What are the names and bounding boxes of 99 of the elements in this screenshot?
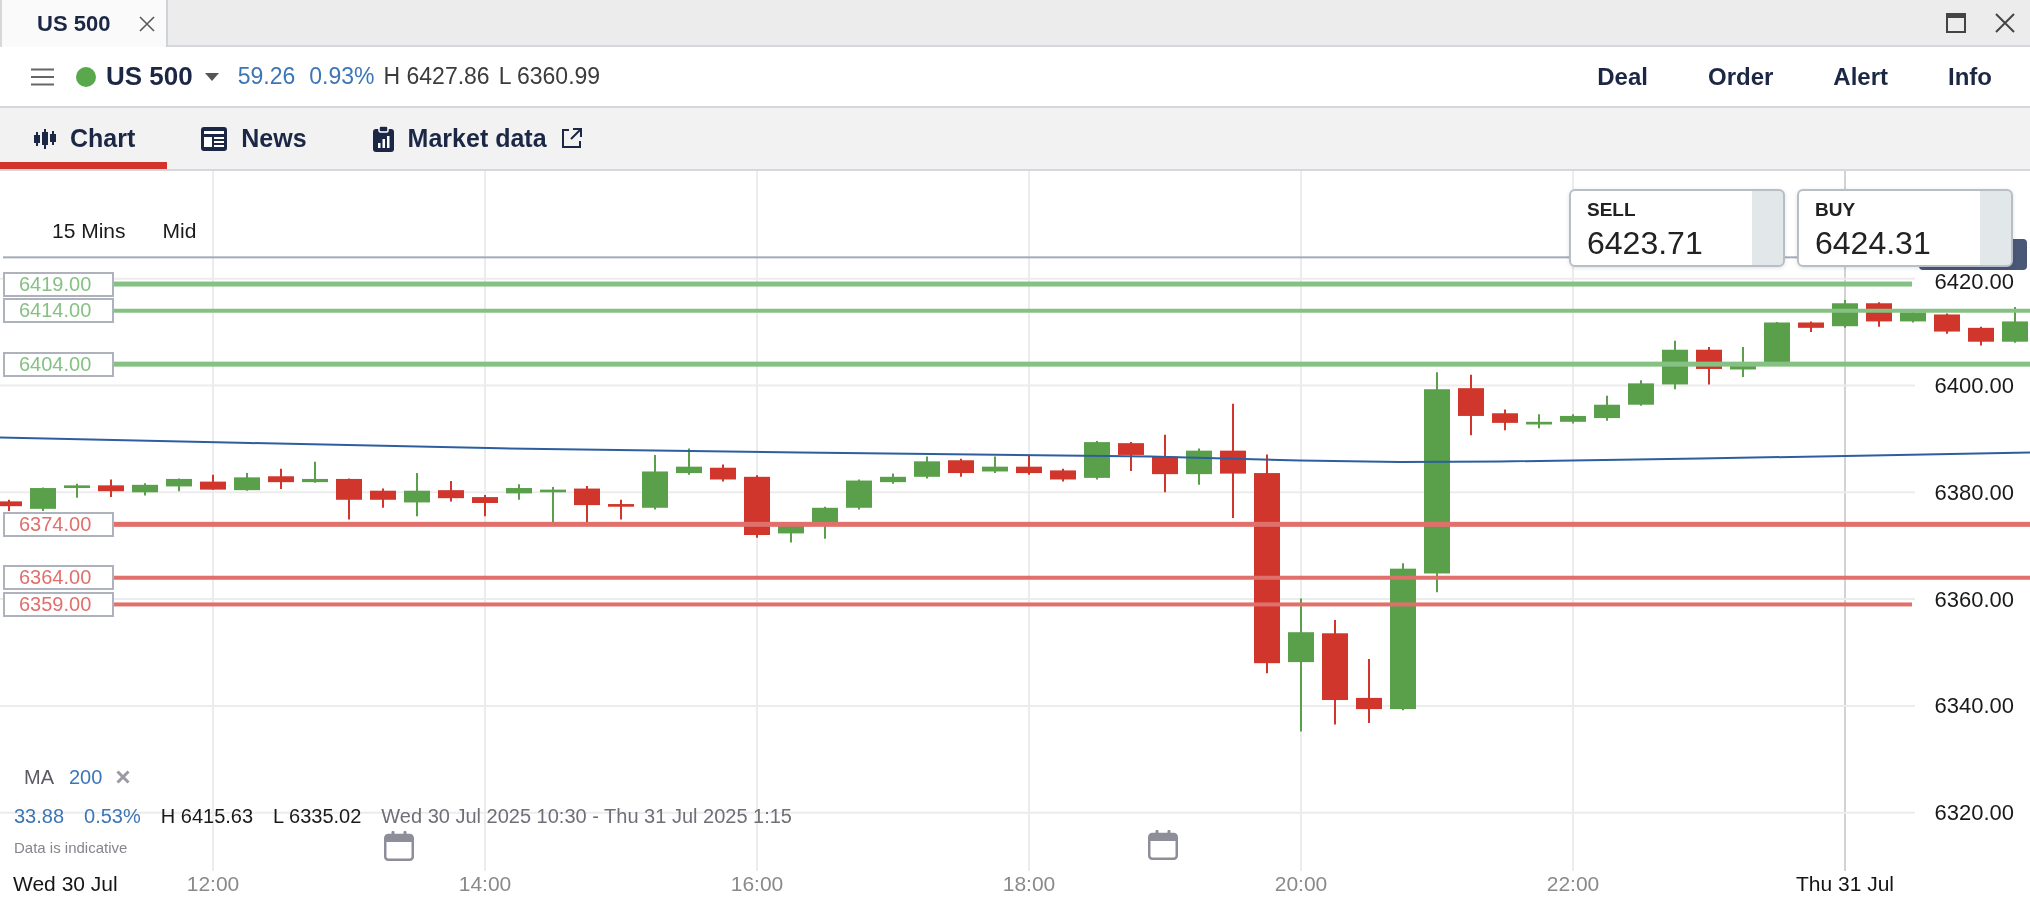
calendar-icon[interactable] xyxy=(384,831,414,861)
candle xyxy=(1016,453,1042,476)
view-tab[interactable]: Market data xyxy=(338,108,614,169)
candle xyxy=(1628,379,1654,407)
axis-label: 22:00 xyxy=(1546,872,1600,895)
candle xyxy=(64,482,90,499)
candle xyxy=(1492,408,1518,432)
axis-label: 12:00 xyxy=(186,872,240,895)
candle xyxy=(948,457,974,478)
candle xyxy=(0,498,22,512)
candle xyxy=(302,460,328,484)
candle xyxy=(710,463,736,483)
candle xyxy=(438,480,464,503)
disclaimer-text: Data is indicative xyxy=(14,839,128,857)
view-tab[interactable]: News xyxy=(167,108,339,169)
candle xyxy=(506,483,532,501)
menu-icon[interactable] xyxy=(31,67,54,86)
candle xyxy=(676,447,702,476)
axis-label: 6320.00 xyxy=(1934,800,2014,826)
change-value: 33.88 xyxy=(14,804,65,828)
candle xyxy=(1526,413,1552,430)
level-label: 6359.00 xyxy=(3,591,114,617)
candle xyxy=(846,478,872,511)
axis-label: Thu 31 Jul xyxy=(1795,872,1895,895)
window-tab[interactable]: US 500 xyxy=(0,0,168,47)
candle xyxy=(166,477,192,493)
calendar-icon[interactable] xyxy=(1148,830,1178,860)
action-button[interactable]: Deal xyxy=(1567,47,1678,106)
candle xyxy=(268,467,294,491)
low-value: L 6360.99 xyxy=(498,63,601,90)
candle xyxy=(30,486,56,512)
indicator-name: MA xyxy=(24,765,54,789)
axis-label: 6380.00 xyxy=(1934,479,2014,505)
candle xyxy=(982,455,1008,475)
level-label: 6404.00 xyxy=(3,351,114,377)
candle xyxy=(370,487,396,509)
candle xyxy=(642,453,668,511)
instrument-dropdown[interactable]: US 500 xyxy=(106,61,219,92)
axis-label: 14:00 xyxy=(458,872,512,895)
candle xyxy=(404,472,430,518)
candle xyxy=(1798,320,1824,334)
buy-button[interactable]: BUY 6424.31 xyxy=(1797,189,2013,267)
interval-selector[interactable]: 15 Mins xyxy=(52,219,126,243)
candle xyxy=(234,472,260,492)
action-button[interactable]: Order xyxy=(1677,47,1804,106)
candle xyxy=(2002,306,2028,344)
candle xyxy=(472,493,498,518)
candle xyxy=(1356,657,1382,724)
change-percent: 0.53% xyxy=(84,804,141,828)
candle xyxy=(1560,413,1586,425)
level-label: 6364.00 xyxy=(3,565,114,591)
candle xyxy=(1458,373,1484,437)
axis-label: 6400.00 xyxy=(1934,373,2014,398)
candle xyxy=(1118,441,1144,472)
candle xyxy=(200,473,226,491)
action-button[interactable]: Alert xyxy=(1803,47,1918,106)
candle xyxy=(880,472,906,485)
high-value: H 6427.86 xyxy=(383,63,490,90)
status-dot-icon xyxy=(76,66,96,87)
axis-label: 20:00 xyxy=(1274,872,1328,895)
level-label: 6419.00 xyxy=(3,271,114,297)
axis-label: 18:00 xyxy=(1002,872,1056,895)
candle xyxy=(132,482,158,497)
maximize-icon[interactable] xyxy=(1946,12,1966,33)
candle xyxy=(1050,467,1076,483)
newspaper-icon xyxy=(201,126,228,151)
price-type-selector[interactable]: Mid xyxy=(162,219,197,243)
axis-label: 6360.00 xyxy=(1934,586,2014,612)
level-label: 6374.00 xyxy=(3,511,114,537)
candle xyxy=(1084,440,1110,481)
candle xyxy=(1186,447,1212,486)
axis-label: 6340.00 xyxy=(1934,693,2014,719)
close-icon[interactable] xyxy=(1995,12,2015,33)
caret-icon xyxy=(204,72,219,81)
indicator-period: 200 xyxy=(69,765,103,789)
candle xyxy=(1152,433,1178,494)
candle xyxy=(1594,394,1620,422)
change-value: 59.26 xyxy=(237,63,296,90)
close-icon[interactable] xyxy=(139,15,156,32)
candle xyxy=(1934,312,1960,335)
candlestick-icon xyxy=(34,128,56,149)
candle xyxy=(98,478,124,499)
action-button[interactable]: Info xyxy=(1918,47,2022,106)
candle xyxy=(914,455,940,480)
date-range: Wed 30 Jul 2025 10:30 - Thu 31 Jul 2025 1:15 xyxy=(381,804,792,828)
level-label: 6414.00 xyxy=(3,298,114,324)
candle xyxy=(608,498,634,521)
candle xyxy=(1968,325,1994,347)
high-value: H 6415.63 xyxy=(160,804,254,828)
axis-label: 6420.00 xyxy=(1934,269,2014,295)
change-percent: 0.93% xyxy=(309,63,375,90)
low-value: L 6335.02 xyxy=(273,804,362,828)
clipboard-chart-icon xyxy=(372,125,394,152)
view-tab[interactable]: Chart xyxy=(0,108,168,169)
candle xyxy=(336,477,362,521)
sell-button[interactable]: SELL 6423.71 xyxy=(1569,189,1785,267)
axis-label: Wed 30 Jul xyxy=(13,872,118,895)
candle xyxy=(744,474,770,539)
axis-label: 16:00 xyxy=(730,872,784,895)
